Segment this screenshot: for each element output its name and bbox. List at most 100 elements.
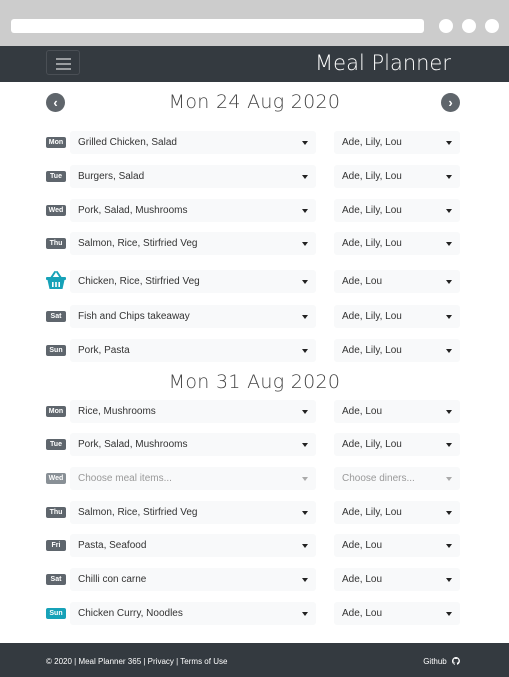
diners-select[interactable]: Ade, Lou [334, 400, 460, 423]
meal-select[interactable]: Pasta, Seafood [70, 534, 316, 557]
diners-select[interactable]: Ade, Lily, Lou [334, 501, 460, 524]
navbar: Meal Planner [0, 46, 509, 82]
day-badge: Sat [46, 311, 66, 322]
diners-value: Ade, Lily, Lou [342, 345, 402, 356]
day-badge: Sun [46, 345, 66, 356]
day-row: Sun Chicken Curry, Noodles Ade, Lou [0, 602, 509, 625]
meal-select[interactable]: Rice, Mushrooms [70, 400, 316, 423]
diners-select[interactable]: Ade, Lou [334, 534, 460, 557]
meal-value: Burgers, Salad [78, 171, 145, 182]
terms-link[interactable]: Terms of Use [180, 657, 227, 666]
hamburger-icon [56, 58, 71, 60]
caret-down-icon [446, 242, 452, 246]
meal-select[interactable]: Pork, Salad, Mushrooms [70, 433, 316, 456]
diners-select[interactable]: Ade, Lou [334, 270, 460, 293]
day-row: Mon Rice, Mushrooms Ade, Lou [0, 400, 509, 423]
caret-down-icon [446, 175, 452, 179]
window-button[interactable] [485, 19, 499, 33]
diners-value: Ade, Lou [342, 540, 383, 551]
diners-select[interactable]: Ade, Lily, Lou [334, 131, 460, 154]
app-title[interactable]: Meal Planner [315, 51, 451, 75]
caret-down-icon [302, 209, 308, 213]
day-badge: Sun [46, 608, 66, 619]
diners-value: Ade, Lily, Lou [342, 507, 402, 518]
diners-value: Ade, Lou [342, 608, 383, 619]
caret-down-icon [302, 511, 308, 515]
hamburger-icon [56, 63, 71, 65]
meal-select[interactable]: Chicken, Rice, Stirfried Veg [70, 270, 316, 293]
meal-select[interactable]: Salmon, Rice, Stirfried Veg [70, 232, 316, 255]
meal-value: Salmon, Rice, Stirfried Veg [78, 507, 198, 518]
diners-select[interactable]: Ade, Lily, Lou [334, 433, 460, 456]
diners-select[interactable]: Ade, Lily, Lou [334, 305, 460, 328]
caret-down-icon [446, 410, 452, 414]
caret-down-icon [302, 141, 308, 145]
meal-value: Choose meal items... [78, 473, 172, 484]
footer: © 2020 | Meal Planner 365 | Privacy | Te… [0, 643, 509, 677]
diners-select[interactable]: Ade, Lily, Lou [334, 339, 460, 362]
meal-select[interactable]: Grilled Chicken, Salad [70, 131, 316, 154]
window-button[interactable] [462, 19, 476, 33]
meal-select[interactable]: Choose meal items... [70, 467, 316, 490]
day-badge: Mon [46, 406, 66, 417]
meal-select[interactable]: Salmon, Rice, Stirfried Veg [70, 501, 316, 524]
meal-select[interactable]: Chilli con carne [70, 568, 316, 591]
github-link[interactable]: Github [423, 657, 460, 666]
github-icon [451, 657, 460, 665]
copyright: © 2020 | Meal Planner 365 | [46, 657, 148, 666]
caret-down-icon [446, 511, 452, 515]
diners-select[interactable]: Ade, Lily, Lou [334, 232, 460, 255]
day-badge: Thu [46, 238, 66, 249]
caret-down-icon [446, 544, 452, 548]
meal-value: Pork, Salad, Mushrooms [78, 205, 188, 216]
diners-value: Ade, Lou [342, 406, 383, 417]
shopping-basket-icon[interactable] [45, 270, 67, 290]
meal-value: Salmon, Rice, Stirfried Veg [78, 238, 198, 249]
day-row: Sat Fish and Chips takeaway Ade, Lily, L… [0, 305, 509, 328]
meal-select[interactable]: Burgers, Salad [70, 165, 316, 188]
meal-select[interactable]: Pork, Pasta [70, 339, 316, 362]
address-bar[interactable] [11, 19, 424, 33]
meal-value: Pasta, Seafood [78, 540, 147, 551]
meal-select[interactable]: Fish and Chips takeaway [70, 305, 316, 328]
day-badge: Mon [46, 137, 66, 148]
day-row: Thu Salmon, Rice, Stirfried Veg Ade, Lil… [0, 232, 509, 255]
day-badge: Tue [46, 171, 66, 182]
diners-select[interactable]: Ade, Lou [334, 602, 460, 625]
meal-value: Chicken Curry, Noodles [78, 608, 183, 619]
caret-down-icon [446, 209, 452, 213]
diners-value: Ade, Lily, Lou [342, 439, 402, 450]
diners-select[interactable]: Choose diners... [334, 467, 460, 490]
meal-select[interactable]: Pork, Salad, Mushrooms [70, 199, 316, 222]
menu-toggle-button[interactable] [46, 50, 80, 75]
day-badge: Wed [46, 473, 66, 484]
diners-select[interactable]: Ade, Lou [334, 568, 460, 591]
meal-select[interactable]: Chicken Curry, Noodles [70, 602, 316, 625]
diners-value: Ade, Lou [342, 276, 383, 287]
diners-value: Ade, Lily, Lou [342, 311, 402, 322]
caret-down-icon [302, 578, 308, 582]
week-title: Mon 24 Aug 2020 [168, 91, 341, 113]
day-badge: Wed [46, 205, 66, 216]
day-row: Thu Salmon, Rice, Stirfried Veg Ade, Lil… [0, 501, 509, 524]
browser-chrome [0, 0, 509, 46]
caret-down-icon [302, 242, 308, 246]
diners-select[interactable]: Ade, Lily, Lou [334, 199, 460, 222]
caret-down-icon [446, 477, 452, 481]
day-badge: Tue [46, 439, 66, 450]
window-button[interactable] [439, 19, 453, 33]
meal-value: Chilli con carne [78, 574, 147, 585]
diners-select[interactable]: Ade, Lily, Lou [334, 165, 460, 188]
caret-down-icon [446, 612, 452, 616]
diners-value: Choose diners... [342, 473, 415, 484]
caret-down-icon [446, 141, 452, 145]
day-badge: Fri [46, 540, 66, 551]
caret-down-icon [302, 175, 308, 179]
privacy-link[interactable]: Privacy [148, 657, 174, 666]
meal-value: Chicken, Rice, Stirfried Veg [78, 276, 200, 287]
day-row: Mon Grilled Chicken, Salad Ade, Lily, Lo… [0, 131, 509, 154]
day-row: Sat Chilli con carne Ade, Lou [0, 568, 509, 591]
meal-value: Pork, Salad, Mushrooms [78, 439, 188, 450]
day-row: Wed Choose meal items... Choose diners..… [0, 467, 509, 490]
caret-down-icon [302, 477, 308, 481]
